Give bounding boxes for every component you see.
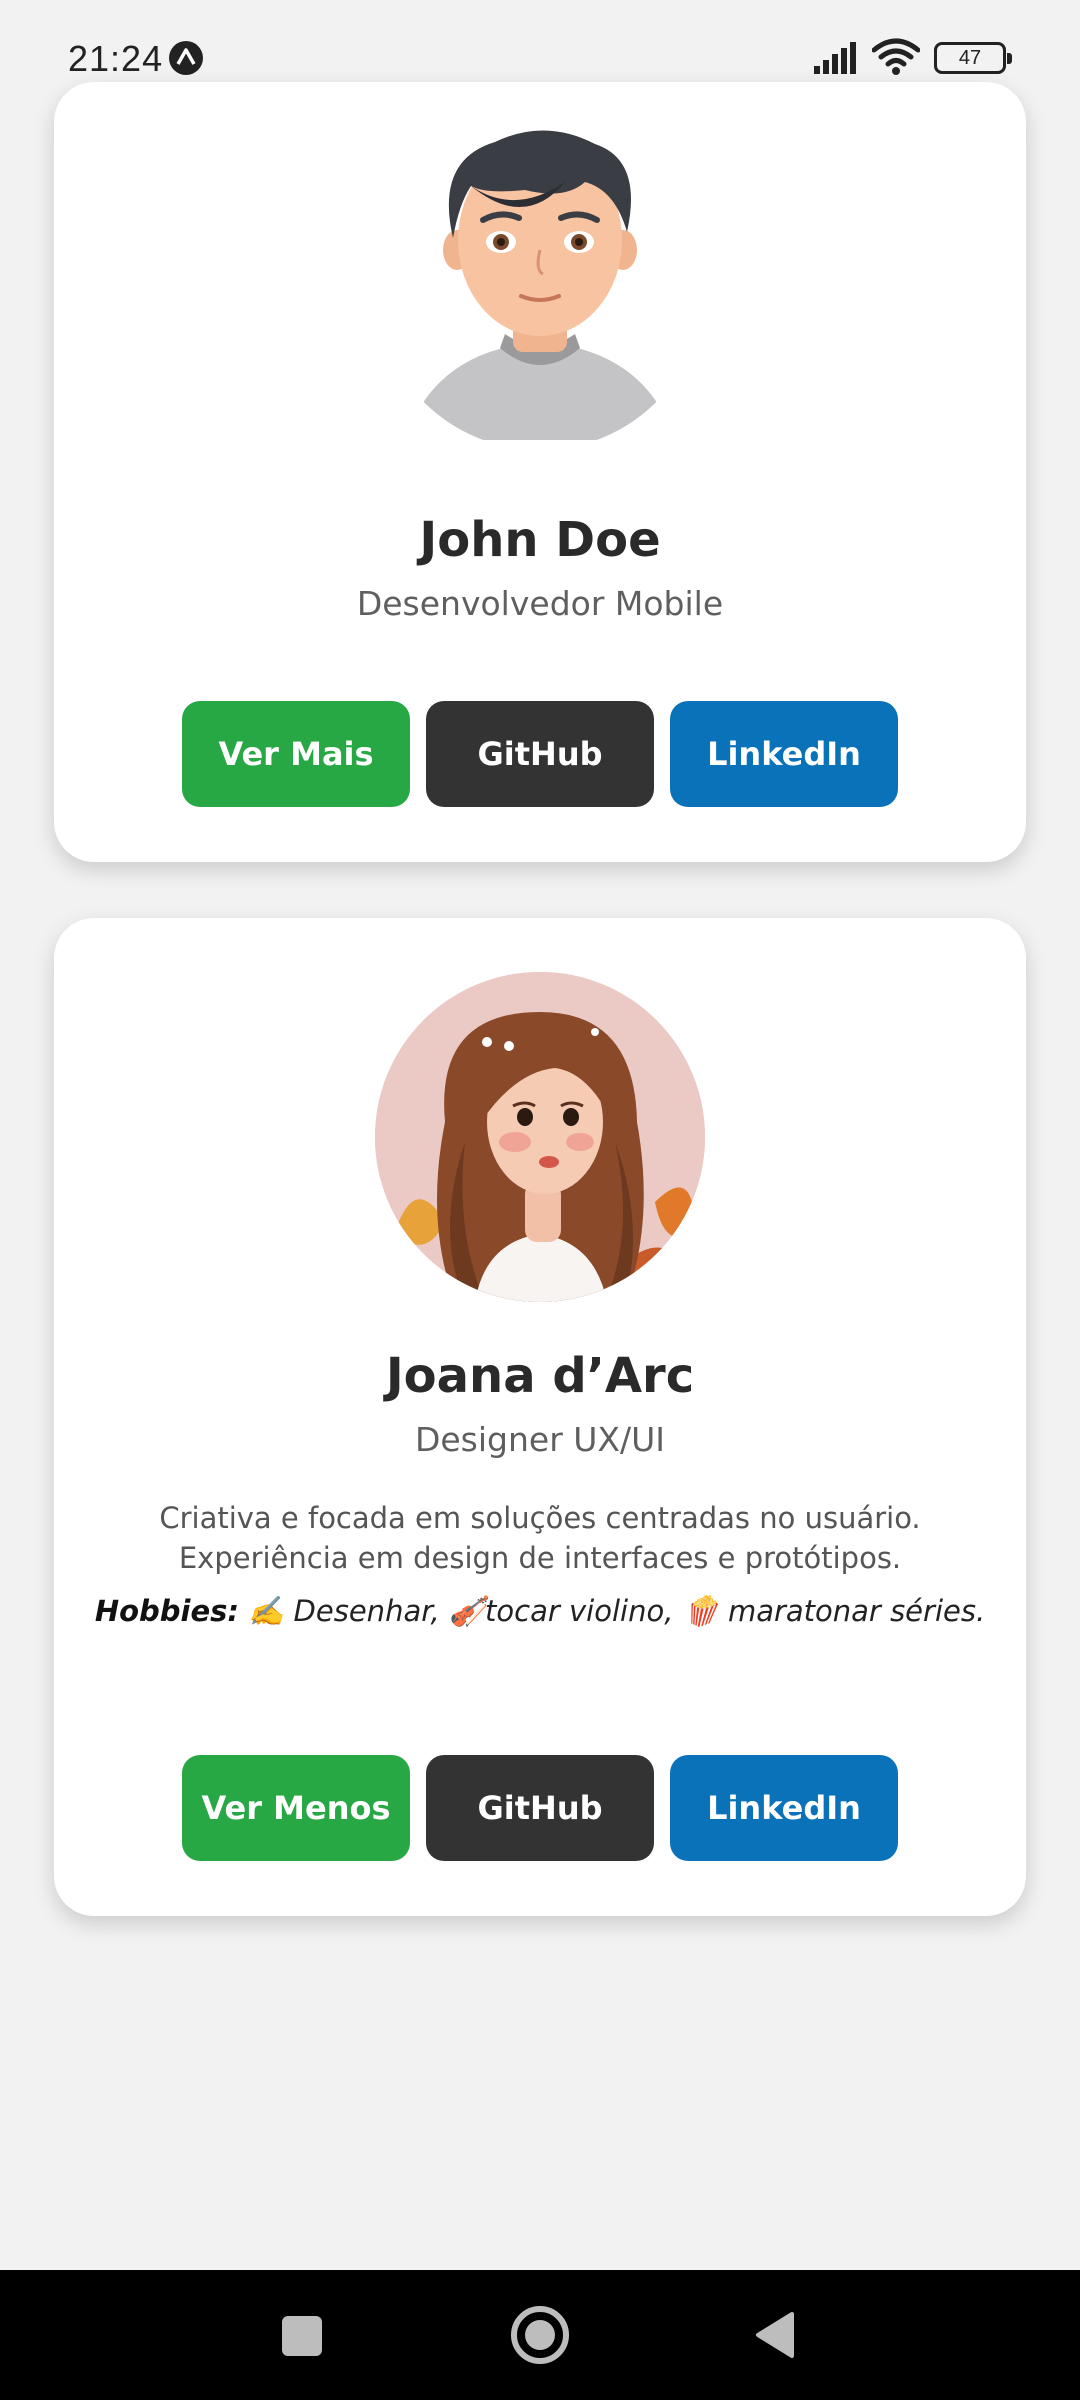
button-row: Ver Menos GitHub LinkedIn [54,1755,1026,1861]
linkedin-button[interactable]: LinkedIn [670,701,898,807]
male-avatar-illustration [405,130,675,440]
github-button[interactable]: GitHub [426,701,654,807]
female-avatar-illustration [375,972,705,1302]
profile-card-joana: Joana d’Arc Designer UX/UI Criativa e fo… [54,918,1026,1916]
profile-name: Joana d’Arc [385,1348,695,1404]
avatar [375,972,705,1302]
status-time: 21:24 [68,38,164,79]
ver-menos-button[interactable]: Ver Menos [182,1755,410,1861]
battery-level: 47 [958,47,982,69]
profile-bio: Criativa e focada em soluções centradas … [54,1498,1026,1578]
profile-hobbies: Hobbies: ✍️ Desenhar, 🎻tocar violino, 🍿 … [54,1594,1026,1629]
profile-role: Desenvolvedor Mobile [356,584,724,623]
home-icon[interactable] [511,2306,569,2364]
linkedin-button[interactable]: LinkedIn [670,1755,898,1861]
bio-line: Experiência em design de interfaces e pr… [178,1541,902,1575]
back-icon[interactable] [752,2310,796,2360]
battery-icon: 47 [934,42,1012,74]
recents-icon[interactable] [282,2316,322,2356]
app-notification-icon [169,41,203,75]
signal-icon [814,42,856,74]
ver-mais-button[interactable]: Ver Mais [182,701,410,807]
hobbies-label: Hobbies: [94,1594,240,1628]
wifi-icon [872,38,920,75]
profile-name: John Doe [419,512,661,568]
github-button[interactable]: GitHub [426,1755,654,1861]
system-nav-bar [0,2270,1080,2400]
profile-role: Designer UX/UI [414,1420,666,1459]
button-row: Ver Mais GitHub LinkedIn [54,701,1026,807]
profile-card-john: John Doe Desenvolvedor Mobile Ver Mais G… [54,82,1026,862]
bio-line: Criativa e focada em soluções centradas … [159,1501,921,1535]
avatar [375,120,705,450]
hobbies-text: ✍️ Desenhar, 🎻tocar violino, 🍿 maratonar… [248,1594,986,1628]
